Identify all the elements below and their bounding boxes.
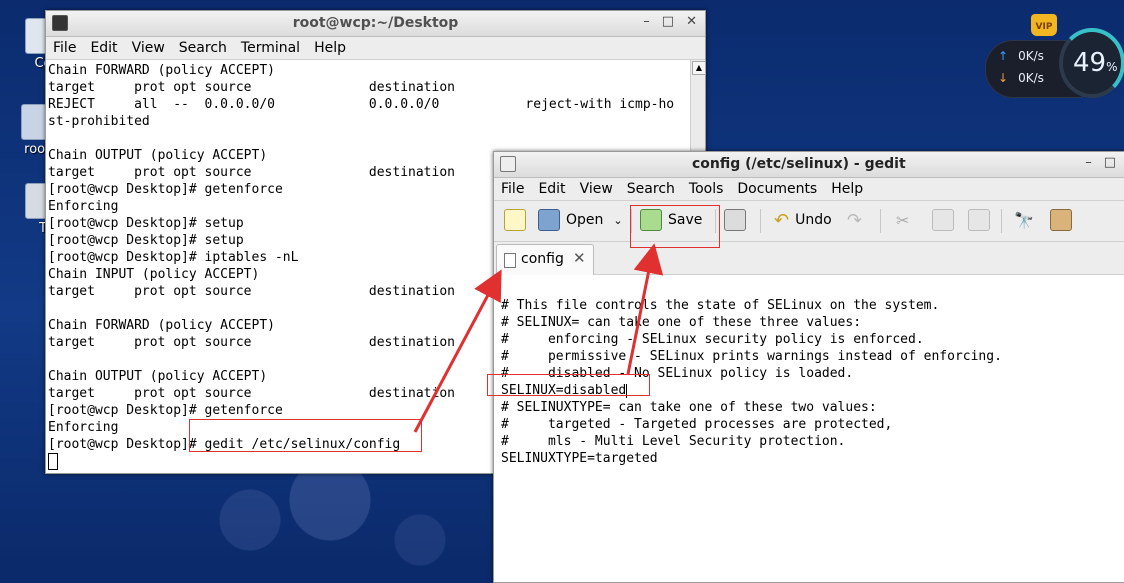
terminal-cursor <box>48 453 58 470</box>
highlight-save-button <box>630 205 720 248</box>
minimize-icon[interactable]: – <box>643 14 650 29</box>
terminal-line: target prot opt source destination <box>48 80 455 95</box>
gedit-title: config (/etc/selinux) - gedit <box>692 156 906 172</box>
copy-button[interactable] <box>932 207 960 233</box>
highlight-gedit-command <box>189 419 422 452</box>
find-button[interactable]: 🔭 <box>1014 207 1034 233</box>
menu-help[interactable]: Help <box>824 178 870 200</box>
menu-tools[interactable]: Tools <box>682 178 731 200</box>
print-button[interactable] <box>724 207 752 233</box>
open-button[interactable]: Open ⌄ <box>538 207 623 233</box>
cut-icon: ✂ <box>896 210 910 230</box>
replace-button[interactable] <box>1050 207 1078 233</box>
upload-speed: ↑ 0K/s <box>998 49 1044 63</box>
gedit-window[interactable]: config (/etc/selinux) - gedit – □ File Edi… <box>493 151 1124 583</box>
menu-file[interactable]: File <box>494 178 531 200</box>
paste-icon <box>968 209 990 231</box>
toolbar-separator <box>760 209 761 233</box>
maximize-icon[interactable]: □ <box>1104 155 1116 170</box>
maximize-icon[interactable]: □ <box>662 14 674 29</box>
document-tabs: config ✕ <box>494 242 1124 275</box>
terminal-line: Chain FORWARD (policy ACCEPT) <box>48 63 275 78</box>
text-editor[interactable]: # This file controls the state of SELinu… <box>494 281 1124 582</box>
minimize-icon[interactable]: – <box>1085 155 1092 170</box>
network-speed-widget[interactable]: VIP ↑ 0K/s ↓ 0K/s 49% <box>985 8 1124 128</box>
tab-config[interactable]: config ✕ <box>496 244 594 275</box>
terminal-line: st-prohibited <box>48 114 150 129</box>
new-document-icon <box>504 209 526 231</box>
menu-help[interactable]: Help <box>307 37 353 59</box>
editor-line: # permissive - SELinux prints warnings i… <box>501 349 1002 364</box>
chevron-down-icon[interactable]: ⌄ <box>613 214 622 227</box>
close-icon[interactable]: ✕ <box>686 14 697 29</box>
download-arrow-icon: ↓ <box>998 71 1009 85</box>
window-controls: – □ ✕ <box>631 14 697 29</box>
menu-edit[interactable]: Edit <box>83 37 124 59</box>
copy-icon <box>932 209 954 231</box>
print-icon <box>724 209 746 231</box>
memory-percent: 49% <box>1073 48 1118 78</box>
terminal-line: REJECT all -- 0.0.0.0/0 0.0.0.0/0 reject… <box>48 97 675 112</box>
redo-button[interactable]: ↷ <box>847 207 862 233</box>
vip-crown-icon: VIP <box>1031 14 1057 36</box>
binoculars-icon: 🔭 <box>1014 210 1034 230</box>
menu-edit[interactable]: Edit <box>531 178 572 200</box>
menu-search[interactable]: Search <box>620 178 682 200</box>
editor-line: # targeted - Targeted processes are prot… <box>501 417 893 432</box>
menu-terminal[interactable]: Terminal <box>234 37 307 59</box>
editor-line: # enforcing - SELinux security policy is… <box>501 332 924 347</box>
menu-file[interactable]: File <box>46 37 83 59</box>
undo-button[interactable]: ↶ Undo <box>774 207 832 233</box>
menu-search[interactable]: Search <box>172 37 234 59</box>
paste-button[interactable] <box>968 207 996 233</box>
menu-documents[interactable]: Documents <box>730 178 824 200</box>
undo-icon: ↶ <box>774 209 790 231</box>
toolbar-separator <box>880 209 881 233</box>
scroll-up-icon[interactable]: ▲ <box>692 61 706 75</box>
redo-icon: ↷ <box>847 209 863 231</box>
gedit-toolbar: Open ⌄ Save ↶ Undo ↷ ✂ 🔭 <box>494 201 1124 242</box>
gedit-titlebar[interactable]: config (/etc/selinux) - gedit – □ <box>494 152 1124 178</box>
tab-close-icon[interactable]: ✕ <box>573 249 586 267</box>
terminal-titlebar[interactable]: root@wcp:~/Desktop – □ ✕ <box>46 11 705 37</box>
find-replace-icon <box>1050 209 1072 231</box>
editor-line: # SELINUXTYPE= can take one of these two… <box>501 400 877 415</box>
toolbar-separator <box>1001 209 1002 233</box>
editor-line: # This file controls the state of SELinu… <box>501 298 940 313</box>
gedit-app-icon <box>500 156 516 172</box>
editor-line: # SELINUX= can take one of these three v… <box>501 315 862 330</box>
highlight-selinux-line <box>487 374 650 396</box>
new-document-button[interactable] <box>504 207 532 233</box>
menu-view[interactable]: View <box>125 37 172 59</box>
download-speed: ↓ 0K/s <box>998 71 1044 85</box>
gedit-menubar: File Edit View Search Tools Documents Help <box>494 178 1124 201</box>
cut-button[interactable]: ✂ <box>896 207 909 233</box>
open-folder-icon <box>538 209 560 231</box>
terminal-menubar: File Edit View Search Terminal Help <box>46 37 705 60</box>
menu-view[interactable]: View <box>573 178 620 200</box>
window-controls: – □ <box>1073 155 1116 170</box>
editor-line: # mls - Multi Level Security protection. <box>501 434 846 449</box>
document-icon <box>504 253 516 268</box>
upload-arrow-icon: ↑ <box>998 49 1009 63</box>
editor-line: SELINUXTYPE=targeted <box>501 451 658 466</box>
terminal-title: root@wcp:~/Desktop <box>292 15 459 31</box>
